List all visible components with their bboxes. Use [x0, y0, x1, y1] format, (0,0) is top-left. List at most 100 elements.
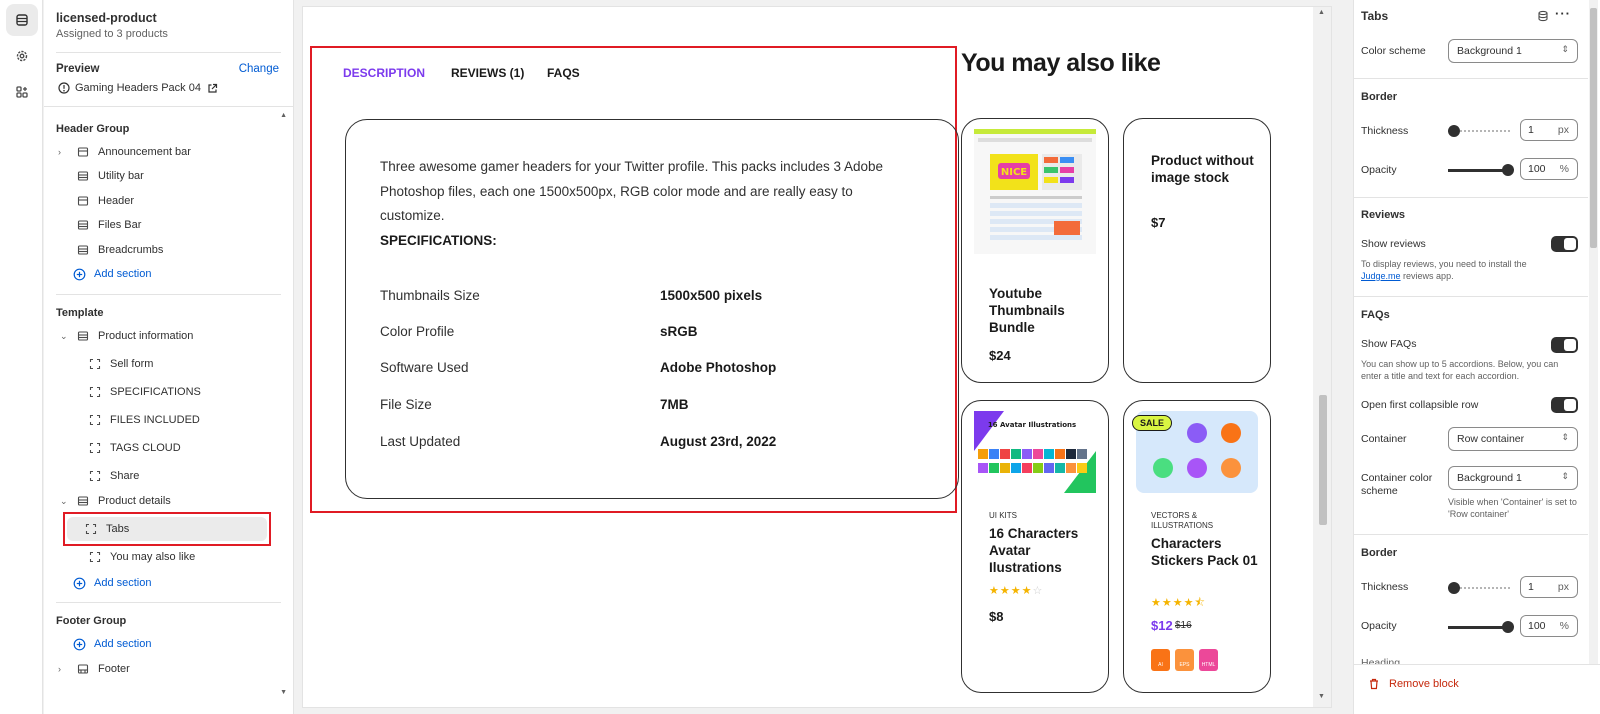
scroll-down-arrow[interactable]: ▼ — [280, 689, 287, 696]
scrollbar-thumb[interactable] — [1590, 8, 1597, 248]
product-card[interactable]: NICE Youtube Thumbnails Bundle $24 — [961, 118, 1109, 383]
color-scheme-select[interactable]: Background 1 ⇕ — [1448, 39, 1578, 63]
container-select[interactable]: Row container ⇕ — [1448, 427, 1578, 451]
show-reviews-label: Show reviews — [1361, 238, 1426, 250]
opacity-label: Opacity — [1361, 164, 1397, 176]
opacity-input[interactable]: 100% — [1520, 158, 1578, 180]
chevron-right-icon[interactable]: › — [58, 147, 68, 157]
settings-scrollbar[interactable] — [1589, 0, 1598, 664]
block-label: Tabs — [106, 523, 130, 535]
remove-block-button[interactable]: Remove block — [1368, 678, 1459, 690]
thickness-slider[interactable] — [1448, 582, 1510, 594]
chevron-down-icon[interactable]: ⌄ — [60, 496, 70, 507]
tabs-block-highlight[interactable]: DESCRIPTION REVIEWS (1) FAQS Three aweso… — [310, 46, 959, 513]
section-utility-bar[interactable]: Utility bar — [58, 165, 283, 187]
section-icon — [76, 329, 90, 343]
preview-product-name: Gaming Headers Pack 04 — [75, 82, 201, 94]
input-unit: px — [1557, 124, 1569, 136]
product-title[interactable]: 16 Characters Avatar Ilustrations — [989, 525, 1099, 576]
product-card[interactable]: 16 Avatar Illustrations UI KITS 16 Chara… — [961, 400, 1109, 693]
container-color-label: Container color scheme — [1361, 472, 1433, 497]
database-icon[interactable] — [1537, 9, 1549, 27]
more-icon[interactable]: ··· — [1555, 6, 1571, 21]
section-header[interactable]: Header — [58, 190, 283, 212]
product-category: VECTORS & ILLUSTRATIONS — [1151, 511, 1214, 530]
opacity-slider[interactable] — [1448, 621, 1514, 633]
section-label: Product details — [98, 495, 171, 507]
header-group-title: Header Group — [56, 123, 130, 135]
chevron-down-icon[interactable]: ⌄ — [60, 331, 70, 342]
section-files-bar[interactable]: Files Bar — [58, 214, 283, 236]
slider-knob[interactable] — [1448, 125, 1460, 137]
block-tags-cloud[interactable]: TAGS CLOUD — [58, 437, 283, 459]
toggle-thumb — [1564, 238, 1576, 250]
product-title[interactable]: Characters Stickers Pack 01 — [1151, 535, 1261, 569]
block-icon — [88, 413, 102, 427]
block-you-may-also-like[interactable]: You may also like — [58, 546, 283, 568]
slider-knob[interactable] — [1502, 164, 1514, 176]
opacity-input[interactable]: 100% — [1520, 615, 1578, 637]
scrollbar-thumb[interactable] — [1319, 395, 1327, 525]
preview-scrollbar[interactable]: ▲ ▼ — [1313, 7, 1331, 707]
section-product-details[interactable]: ⌄ Product details — [58, 490, 283, 512]
template-group-title: Template — [56, 307, 104, 319]
container-color-select[interactable]: Background 1 ⇕ — [1448, 466, 1578, 490]
product-title[interactable]: Product without image stock — [1151, 152, 1261, 186]
thickness-input[interactable]: 1 px — [1520, 576, 1578, 598]
section-product-information[interactable]: ⌄ Product information — [58, 325, 283, 347]
tab-description[interactable]: DESCRIPTION — [343, 66, 425, 80]
add-section-header-button[interactable]: Add section — [58, 263, 283, 285]
section-footer[interactable]: › Footer — [58, 658, 283, 680]
opacity-slider[interactable] — [1448, 164, 1514, 176]
panel-footer: Remove block — [1354, 664, 1600, 714]
scroll-down-arrow[interactable]: ▼ — [1318, 693, 1325, 700]
thickness-slider[interactable] — [1448, 125, 1510, 137]
product-title[interactable]: Youtube Thumbnails Bundle — [989, 285, 1099, 336]
judgeme-link[interactable]: Judge.me — [1361, 271, 1401, 281]
section-announcement-bar[interactable]: › Announcement bar — [58, 141, 283, 163]
section-icon — [76, 145, 90, 159]
block-share[interactable]: Share — [58, 465, 283, 487]
section-breadcrumbs[interactable]: Breadcrumbs — [58, 239, 283, 261]
sale-badge: SALE — [1132, 415, 1173, 431]
product-card[interactable]: SALE VECTORS & ILLUSTRATIONS Characters … — [1123, 400, 1271, 693]
add-section-footer-button[interactable]: Add section — [58, 633, 283, 655]
section-label: Product information — [98, 330, 194, 342]
thickness-input[interactable]: 1 px — [1520, 119, 1578, 141]
section-icon — [76, 218, 90, 232]
footer-group-title: Footer Group — [56, 615, 127, 627]
file-type-html-icon: HTML — [1199, 649, 1218, 671]
block-specifications[interactable]: SPECIFICATIONS — [58, 381, 283, 403]
block-sell-form[interactable]: Sell form — [58, 353, 283, 375]
divider — [44, 106, 293, 107]
spec-value: 1500x500 pixels — [660, 288, 763, 303]
scroll-up-arrow[interactable]: ▲ — [1318, 9, 1325, 16]
slider-knob[interactable] — [1448, 582, 1460, 594]
show-reviews-toggle[interactable] — [1551, 236, 1578, 252]
slider-knob[interactable] — [1502, 621, 1514, 633]
block-tabs[interactable]: Tabs — [67, 517, 267, 541]
product-card[interactable]: Product without image stock $7 — [1123, 118, 1271, 383]
icon-rail — [0, 0, 43, 714]
color-scheme-label: Color scheme — [1361, 45, 1426, 57]
sections-icon[interactable] — [6, 4, 38, 36]
chevron-right-icon[interactable]: › — [58, 664, 68, 674]
change-link[interactable]: Change — [239, 63, 279, 75]
rating-stars: ★★★★⯪ — [1151, 597, 1206, 609]
tab-faqs[interactable]: FAQS — [547, 66, 580, 80]
help-text: To display reviews, you need to install … — [1361, 259, 1527, 269]
gear-icon[interactable] — [6, 40, 38, 72]
apps-icon[interactable] — [6, 76, 38, 108]
add-section-template-button[interactable]: Add section — [58, 572, 283, 594]
scroll-up-arrow[interactable]: ▲ — [280, 112, 287, 119]
preview-page: DESCRIPTION REVIEWS (1) FAQS Three aweso… — [302, 6, 1332, 708]
block-files-included[interactable]: FILES INCLUDED — [58, 409, 283, 431]
open-first-toggle[interactable] — [1551, 397, 1578, 413]
external-link-icon[interactable] — [207, 83, 218, 94]
description-text: Three awesome gamer headers for your Twi… — [380, 159, 884, 223]
tab-reviews[interactable]: REVIEWS (1) — [451, 66, 524, 80]
show-faqs-toggle[interactable] — [1551, 337, 1578, 353]
preview-product[interactable]: Gaming Headers Pack 04 — [58, 80, 218, 96]
input-value: 100 — [1528, 163, 1546, 175]
input-unit: % — [1559, 163, 1569, 175]
